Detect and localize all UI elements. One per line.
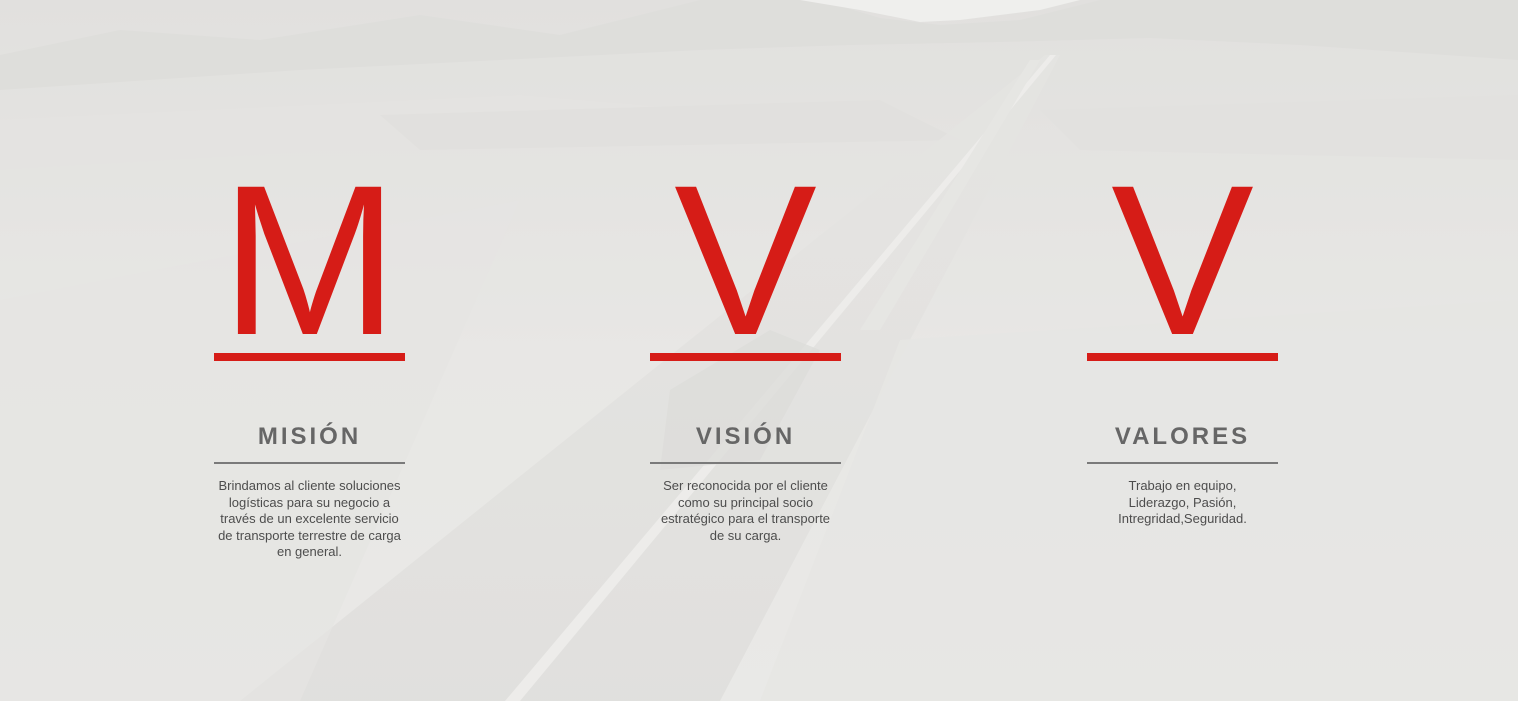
mision-title: MISIÓN <box>257 423 362 450</box>
mision-divider <box>214 462 405 464</box>
mision-column: M MISIÓN Brindamos al cliente soluciones… <box>214 141 405 561</box>
valores-description: Trabajo en equipo, Liderazgo, Pasión, In… <box>1118 478 1247 526</box>
valores-title: VALORES <box>1114 423 1251 450</box>
mision-letter: M <box>220 141 399 380</box>
valores-divider <box>1087 462 1278 464</box>
vision-description: Ser reconocida por el cliente como su pr… <box>660 478 831 543</box>
vision-letter: V <box>674 141 817 380</box>
mision-description: Brindamos al cliente soluciones logístic… <box>218 478 401 559</box>
vision-column: V VISIÓN Ser reconocida por el cliente c… <box>650 141 841 544</box>
valores-column: V VALORES Trabajo en equipo, Liderazgo, … <box>1087 141 1278 528</box>
vision-divider <box>650 462 841 464</box>
valores-letter: V <box>1111 141 1254 380</box>
vision-title: VISIÓN <box>695 423 796 450</box>
